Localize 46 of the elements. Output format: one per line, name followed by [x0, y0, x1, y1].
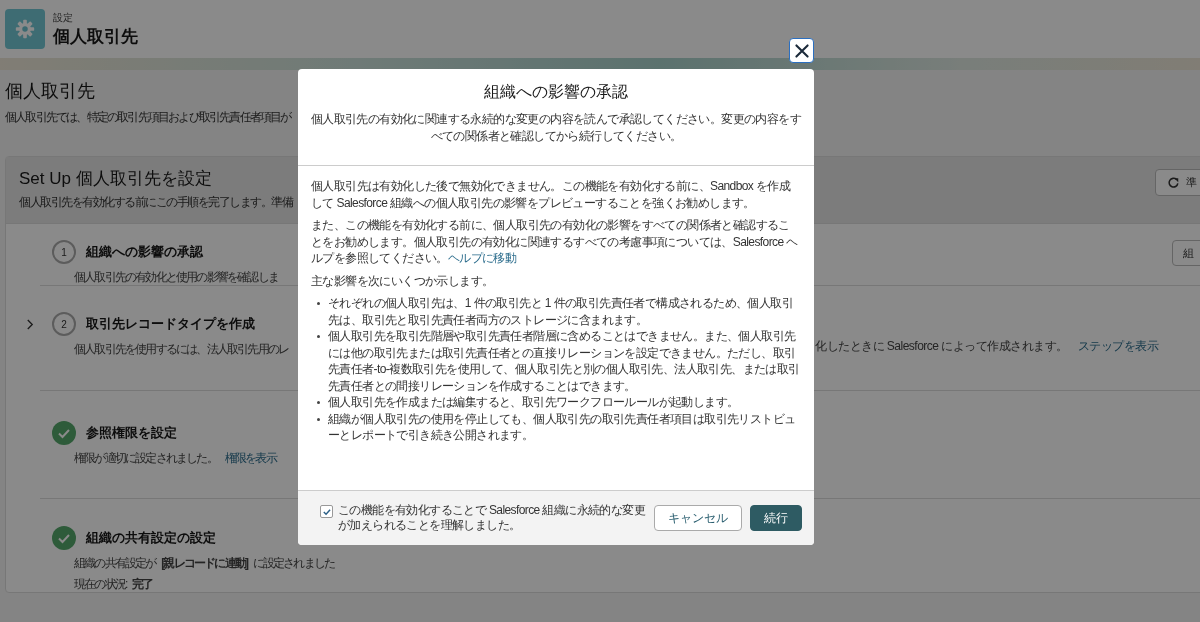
check-circle-icon: [52, 421, 76, 445]
bullet-icon: [317, 417, 320, 421]
close-icon: [793, 42, 810, 59]
step-title: 組織の共有設定の設定: [86, 529, 216, 547]
modal-paragraph: 個人取引先は有効化した後で無効化できません。この機能を有効化する前に、Sandbox を作成して Salesforce 組織への個人取引先の影響をプレビューすることを強くお勧めします。: [311, 178, 792, 211]
bullet-icon: [317, 401, 320, 404]
refresh-button[interactable]: 準: [1155, 169, 1200, 196]
page-title: 個人取引先: [53, 25, 138, 48]
section-title: 個人取引先: [5, 80, 95, 102]
step-description: 権限が適切に設定されました。: [74, 451, 217, 465]
step-description: 個人取引先の有効化と使用の影響を確認しま: [74, 270, 278, 284]
step-number: 1: [52, 240, 76, 264]
bullet-text: 組織が個人取引先の使用を停止しても、個人取引先の取引先責任者項目は取引先リストビューとレポートで引き続き公開されます。: [328, 410, 797, 444]
bullet-text: 個人取引先を作成または編集すると、取引先ワークフロールールが起動します。: [328, 394, 740, 411]
card-title: Set Up 個人取引先を設定: [19, 168, 213, 190]
step-description: 化したときに Salesforce によって作成されます。: [815, 339, 1068, 353]
cancel-button[interactable]: キャンセル: [654, 505, 742, 531]
step-button[interactable]: 組: [1172, 240, 1200, 266]
bullet-icon: [317, 302, 320, 305]
refresh-icon: [1166, 175, 1180, 190]
modal-title: 組織への影響の承認: [483, 82, 629, 102]
status-text: 現在の状況: 完了: [73, 576, 154, 592]
view-steps-link[interactable]: ステップを表示: [1077, 339, 1159, 353]
checkbox[interactable]: [320, 505, 333, 518]
close-button[interactable]: [789, 38, 814, 63]
card-description: 個人取引先を有効化する前にこの手順を完了します。準備: [19, 194, 292, 211]
bullet-icon: [317, 335, 320, 338]
step-description: 組織の共有設定が [親レコードに連動] に設定されました: [74, 556, 335, 570]
check-circle-icon: [52, 526, 76, 550]
step-title: 参照権限を設定: [86, 424, 177, 442]
modal-subtitle: 個人取引先の有効化に関連する永続的な変更の内容を読んで承認してください。変更の内容をすべての関係者と確認してから続行してください。: [309, 111, 803, 145]
settings-icon: [5, 9, 45, 49]
step-description: 個人取引先を使用するには、法人取引先用のレ: [74, 342, 289, 356]
bullet-text: 個人取引先を取引先階層や取引先責任者階層に含めることはできません。また、個人取引先には他の取引先または取引先責任者との直接リレーションを設定できません。ただし、取引先責任者-to-複数取引先を使用して、個人取引先と別の個人取引先、法人取引先、または取引先責任者との間接リレーションを作成することはできます。: [328, 328, 801, 394]
checkbox-label: この機能を有効化することで Salesforce 組織に永続的な変更が加えられることを理解しました。: [338, 503, 646, 533]
step-title: 取引先レコードタイプを作成: [86, 315, 255, 333]
step-number: 2: [52, 312, 76, 336]
modal-paragraph: 主な影響を次にいくつか示します。: [311, 272, 495, 289]
section-description: 個人取引先では、特定の取引先項目および取引先責任者項目が: [5, 109, 291, 126]
modal-paragraph: また、この機能を有効化する前に、個人取引先の有効化の影響をすべての関係者と確認することをお勧めします。個人取引先の有効化に関連するすべての考慮事項については、Salesforce ヘルプを参照してください。ヘルプに移動: [311, 217, 799, 267]
help-link[interactable]: ヘルプに移動: [447, 251, 517, 265]
bullet-text: それぞれの個人取引先は、1 件の取引先と 1 件の取引先責任者で構成されるため、個人取引先は、取引先と取引先責任者両方のストレージに含まれます。: [328, 295, 794, 328]
step-title: 組織への影響の承認: [86, 243, 203, 261]
breadcrumb-text: 設定: [53, 10, 74, 25]
view-link[interactable]: 権限を表示: [224, 451, 276, 465]
continue-button[interactable]: 続行: [750, 505, 802, 531]
